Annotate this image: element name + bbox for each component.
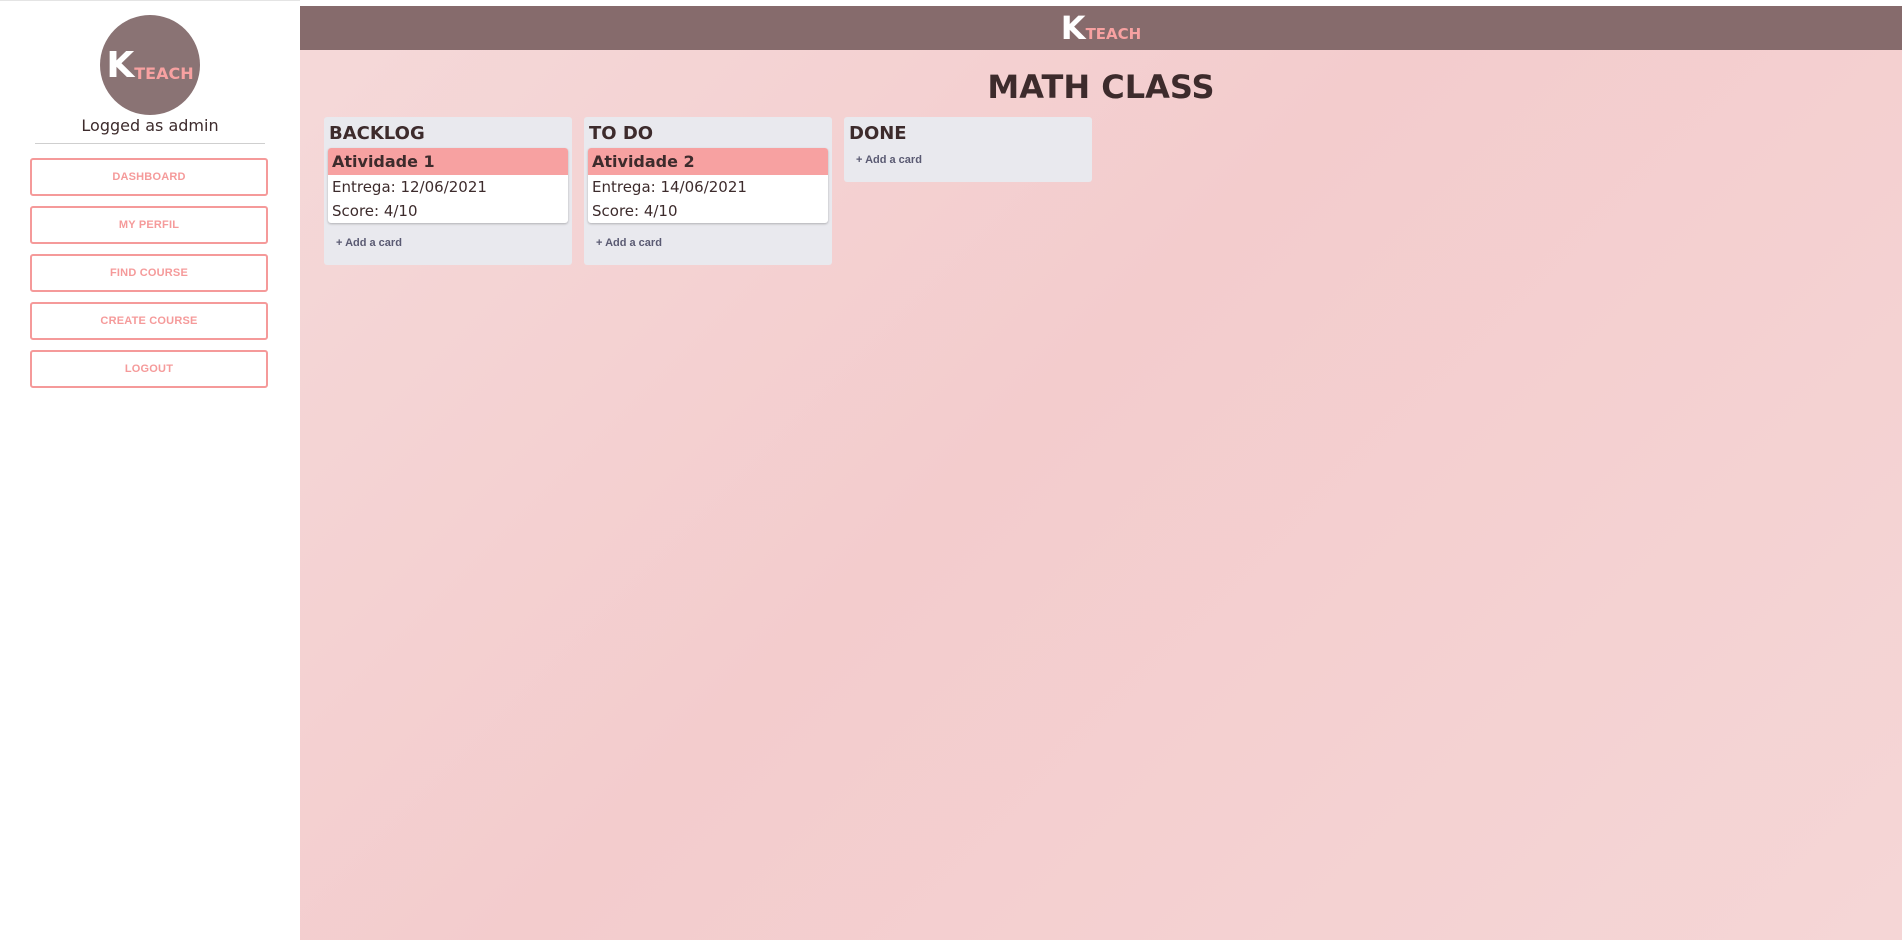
column-title: BACKLOG <box>329 123 425 144</box>
column-done: DONE + Add a card <box>844 117 1092 182</box>
card-title: Atividade 1 <box>328 148 568 175</box>
dashboard-button[interactable]: DASHBOARD <box>30 158 268 196</box>
add-card-button[interactable]: + Add a card <box>848 148 1088 172</box>
logo-k: K <box>106 44 135 86</box>
my-perfil-button[interactable]: MY PERFIL <box>30 206 268 244</box>
find-course-button[interactable]: FIND COURSE <box>30 254 268 292</box>
card-score: Score: 4/10 <box>592 202 678 220</box>
task-card[interactable]: Atividade 2 Entrega: 14/06/2021 Score: 4… <box>588 148 828 223</box>
logged-as-text: Logged as admin <box>81 116 219 135</box>
create-course-button[interactable]: CREATE COURSE <box>30 302 268 340</box>
logo-teach: TEACH <box>134 63 194 83</box>
card-title: Atividade 2 <box>588 148 828 175</box>
logout-button[interactable]: LOGOUT <box>30 350 268 388</box>
top-bar: K TEACH <box>300 6 1902 50</box>
card-due-date: Entrega: 14/06/2021 <box>592 178 747 196</box>
column-title: TO DO <box>589 123 654 144</box>
add-card-button[interactable]: + Add a card <box>328 231 568 255</box>
page-title: MATH CLASS <box>987 68 1215 106</box>
card-due-date: Entrega: 12/06/2021 <box>332 178 487 196</box>
header-logo-k: K <box>1060 9 1086 47</box>
task-card[interactable]: Atividade 1 Entrega: 12/06/2021 Score: 4… <box>328 148 568 223</box>
sidebar: K TEACH Logged as admin DASHBOARD MY PERF… <box>0 0 300 940</box>
column-todo: TO DO Atividade 2 Entrega: 14/06/2021 Sc… <box>584 117 832 265</box>
avatar-logo: K TEACH <box>100 15 200 115</box>
sidebar-divider <box>35 143 265 144</box>
header-logo-teach: TEACH <box>1085 25 1142 43</box>
card-score: Score: 4/10 <box>332 202 418 220</box>
main-area: K TEACH MATH CLASS BACKLOG Atividade 1 En… <box>300 6 1902 940</box>
column-title: DONE <box>849 123 907 144</box>
add-card-button[interactable]: + Add a card <box>588 231 828 255</box>
column-backlog: BACKLOG Atividade 1 Entrega: 12/06/2021 … <box>324 117 572 265</box>
